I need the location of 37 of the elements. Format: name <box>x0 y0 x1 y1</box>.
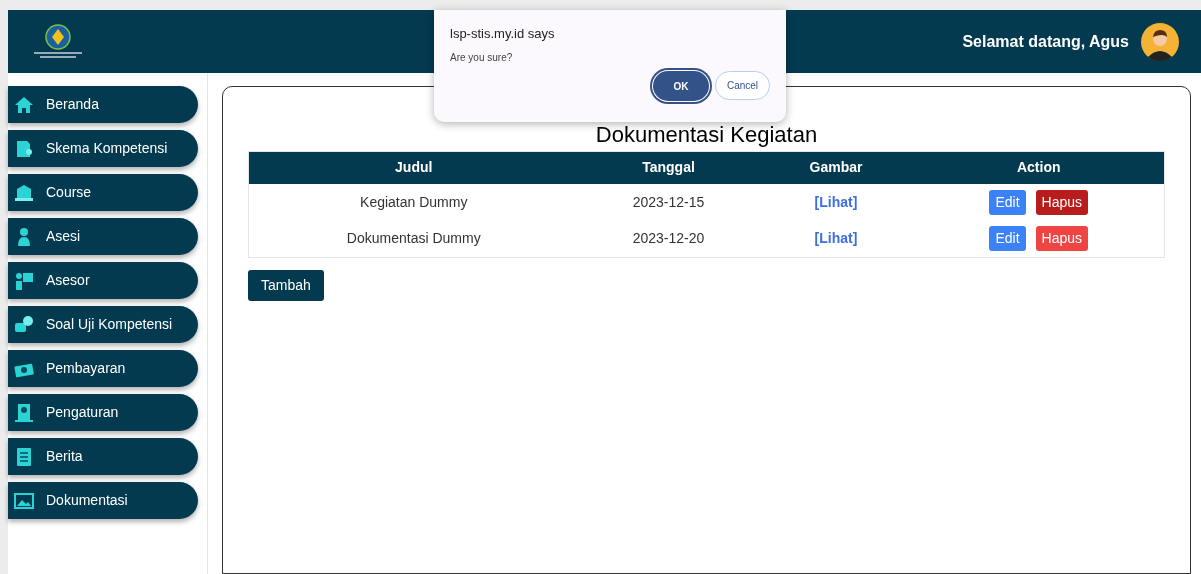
dialog-title: lsp-stis.my.id says <box>450 26 556 42</box>
delete-button[interactable]: Hapus <box>1035 189 1089 215</box>
newspaper-icon <box>14 446 34 467</box>
sidebar-item[interactable]: Asesi <box>8 218 198 255</box>
sidebar-item[interactable]: Pengaturan <box>8 394 198 431</box>
edit-button[interactable]: Edit <box>989 226 1026 252</box>
table-cell: 2023-12-15 <box>578 183 759 221</box>
sidebar-item[interactable]: Soal Uji Kompetensi <box>8 306 198 343</box>
table-cell: Dokumentasi Dummy <box>248 220 579 258</box>
edit-button[interactable]: Edit <box>989 189 1026 215</box>
cancel-button[interactable]: Cancel <box>715 71 770 100</box>
add-button[interactable]: Tambah <box>248 270 324 301</box>
column-header: Gambar <box>758 151 914 184</box>
chat-question-icon <box>14 314 34 335</box>
dialog-message: Are you sure? <box>450 51 514 65</box>
page-title: Dokumentasi Kegiatan <box>594 123 819 147</box>
ok-button[interactable]: OK <box>653 71 709 101</box>
table-cell: 2023-12-20 <box>578 220 759 258</box>
view-link[interactable]: [Lihat] <box>814 193 858 210</box>
column-header: Judul <box>248 151 579 184</box>
sidebar-item[interactable]: Dokumentasi <box>8 482 198 519</box>
home-icon <box>14 94 34 115</box>
welcome-text: Selamat datang, Agus <box>962 31 1129 52</box>
sidebar-item[interactable]: Pembayaran <box>8 350 198 387</box>
sidebar-item[interactable]: Beranda <box>8 86 198 123</box>
delete-button[interactable]: Hapus <box>1035 226 1089 252</box>
sidebar-item[interactable]: Skema Kompetensi <box>8 130 198 167</box>
image-icon <box>14 490 34 511</box>
sidebar-item[interactable]: Asesor <box>8 262 198 299</box>
document-icon <box>14 138 34 159</box>
column-header: Action <box>913 151 1165 184</box>
sidebar-item[interactable]: Course <box>8 174 198 211</box>
view-link[interactable]: [Lihat] <box>814 230 858 247</box>
table-cell: Kegiatan Dummy <box>248 183 579 221</box>
column-header: Tanggal <box>578 151 759 184</box>
sidebar-item[interactable]: Berita <box>8 438 198 475</box>
avatar-icon <box>1141 22 1179 61</box>
